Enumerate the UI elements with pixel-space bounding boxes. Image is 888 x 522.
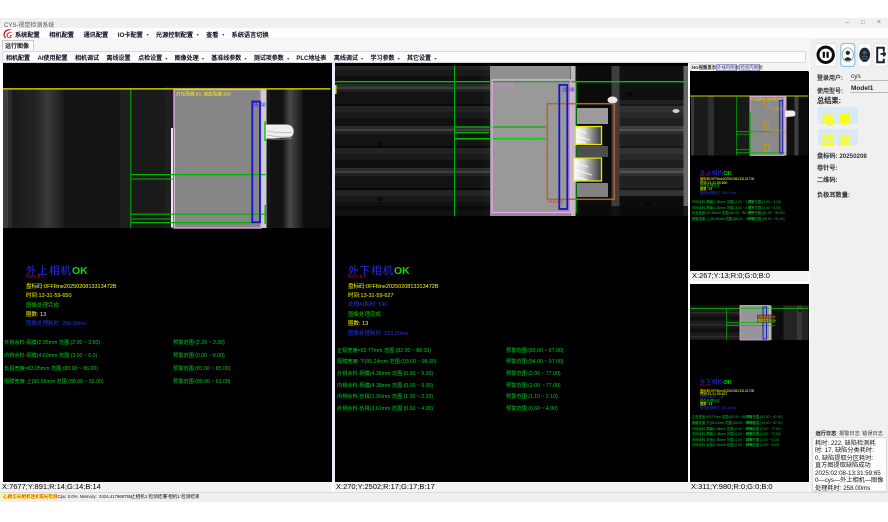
svg-text:32.1(9.3) 0: 32.1(9.3) 0 <box>757 153 771 157</box>
svg-text:灯光亮值:93, 动态亮值:100: 灯光亮值:93, 动态亮值:100 <box>751 97 782 101</box>
svg-text:35.48: 35.48 <box>253 103 266 109</box>
svg-text:38.48(3.3) 0: 38.48(3.3) 0 <box>771 107 787 111</box>
svg-text:28.88: 28.88 <box>562 88 575 94</box>
svg-text:隔膜宽度95.24: 隔膜宽度95.24 <box>758 319 777 323</box>
svg-text:灯光亮值:93, 动态亮值:100: 灯光亮值:93, 动态亮值:100 <box>176 90 231 97</box>
svg-text:AI检测框: AI检测框 <box>494 83 514 90</box>
svg-text:76.5 28.8: 76.5 28.8 <box>548 200 563 204</box>
svg-text:33.08(3.1) 0: 33.08(3.1) 0 <box>771 129 787 133</box>
